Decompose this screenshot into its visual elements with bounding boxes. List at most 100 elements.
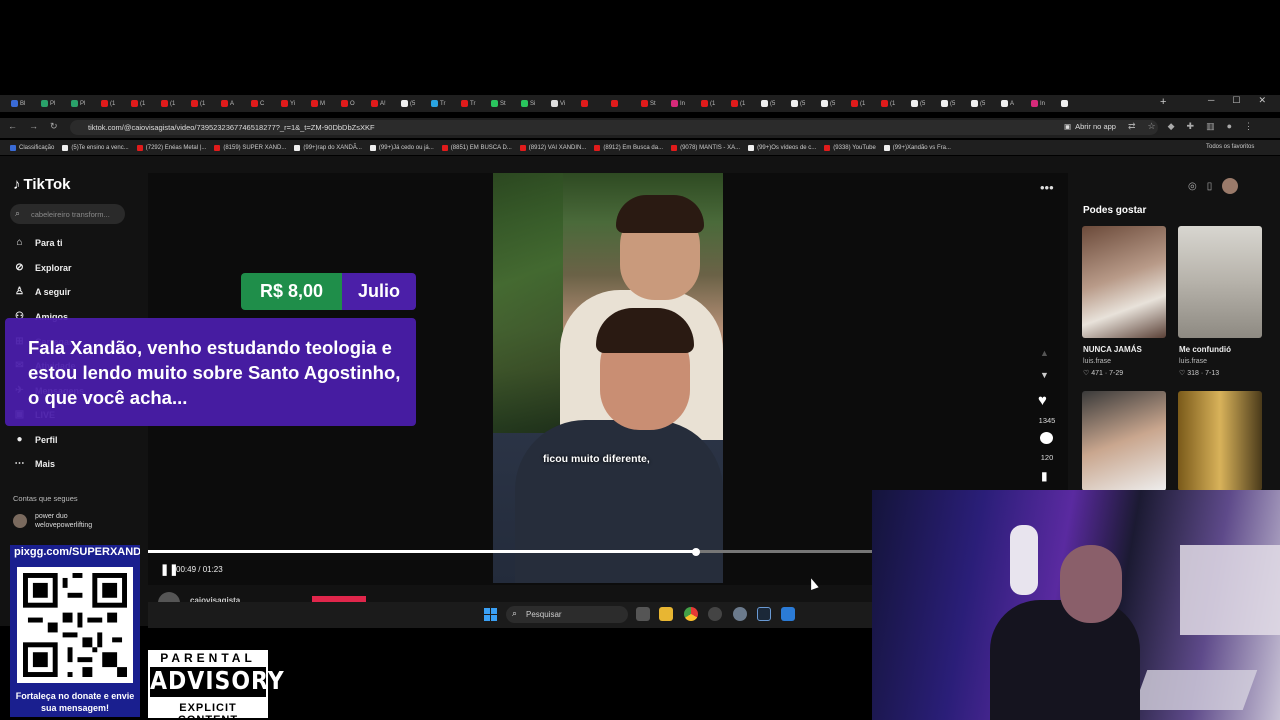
browser-tab[interactable]: Yi — [281, 98, 300, 110]
bookmark-item[interactable]: (99+)rap do XANDÃ... — [294, 144, 362, 151]
steam-icon[interactable] — [757, 607, 771, 621]
browser-tab[interactable]: Bl — [11, 98, 30, 110]
suggestion-user[interactable]: luis.frase — [1179, 358, 1207, 365]
tiktok-logo[interactable]: ♪ TikTok — [13, 176, 70, 193]
avatar[interactable] — [1222, 178, 1239, 194]
minimize-icon[interactable]: ─ — [1208, 95, 1214, 106]
close-icon[interactable]: ✕ — [1258, 95, 1266, 106]
bookmark-item[interactable]: (99+)Já cedo ou já... — [369, 144, 434, 151]
profile-avatar-icon[interactable]: ● — [1227, 121, 1232, 132]
bookmark-item[interactable]: (8912) Em Busca da... — [594, 144, 663, 151]
browser-tab[interactable]: (1 — [161, 98, 180, 110]
browser-tab[interactable]: (5 — [941, 98, 960, 110]
reload-icon[interactable]: ↻ — [50, 121, 58, 132]
new-tab-button[interactable]: + — [1160, 96, 1166, 108]
task-view-icon[interactable] — [636, 607, 650, 621]
comment-icon[interactable] — [1040, 432, 1053, 444]
browser-tab[interactable]: (5 — [971, 98, 990, 110]
suggestion-thumbnail[interactable] — [1178, 391, 1262, 491]
bookmark-item[interactable]: (8851) EM BUSCA D... — [441, 144, 512, 151]
browser-tab[interactable]: Pl — [41, 98, 60, 110]
browser-tab[interactable]: (1 — [731, 98, 750, 110]
progress-handle[interactable] — [692, 548, 701, 556]
taskbar-search-input[interactable] — [506, 606, 628, 623]
suggestion-thumbnail[interactable] — [1082, 391, 1166, 491]
browser-tab[interactable]: (5 — [761, 98, 780, 110]
avatar[interactable] — [13, 514, 27, 528]
browser-tab[interactable]: C — [251, 98, 270, 110]
more-options-icon[interactable]: ••• — [1040, 180, 1054, 195]
browser-tab[interactable]: (5 — [821, 98, 840, 110]
app-icon[interactable] — [708, 607, 722, 621]
browser-tab[interactable]: St — [491, 98, 510, 110]
browser-tab[interactable]: M — [311, 98, 330, 110]
browser-tab[interactable]: (1 — [131, 98, 150, 110]
menu-icon[interactable]: ⋮ — [1244, 121, 1253, 132]
chrome-icon[interactable] — [684, 607, 698, 621]
browser-tab[interactable] — [1061, 98, 1080, 110]
suggestion-thumbnail[interactable] — [1178, 226, 1262, 338]
bookmark-item[interactable]: (99+)Os vídeos de c... — [748, 144, 816, 151]
all-favorites-button[interactable]: Todos os favoritos — [1206, 144, 1254, 150]
browser-tab[interactable]: Pl — [71, 98, 90, 110]
bookmark-item[interactable]: (99+)Xandão vs Fra... — [883, 144, 951, 151]
browser-tab[interactable]: (5 — [911, 98, 930, 110]
following-account[interactable]: power duo welovepowerlifting — [35, 512, 92, 530]
bookmark-item[interactable]: (9078) MANTIS - XA... — [671, 144, 740, 151]
device-icon[interactable]: ▯ — [1207, 181, 1213, 192]
chevron-down-icon[interactable]: ▼ — [1040, 370, 1049, 380]
settings-icon[interactable] — [733, 607, 747, 621]
bookmark-item[interactable]: (7292) Enéas Metal |... — [136, 144, 206, 151]
forward-icon[interactable]: → — [29, 121, 38, 132]
browser-tab[interactable]: In — [671, 98, 690, 110]
browser-tab[interactable] — [581, 98, 600, 110]
browser-tab[interactable]: (1 — [881, 98, 900, 110]
sidebar-item-perfil[interactable]: ● Perfil — [13, 434, 57, 445]
maximize-icon[interactable]: ☐ — [1232, 95, 1240, 106]
browser-tab[interactable]: Tr — [431, 98, 450, 110]
bookmark-icon[interactable]: ▮ — [1041, 469, 1048, 483]
sidebar-item-para-ti[interactable]: ⌂ Para ti — [13, 237, 62, 248]
sidebar-item-explorar[interactable]: ⊘ Explorar — [13, 262, 71, 273]
browser-tab[interactable]: A — [221, 98, 240, 110]
chevron-up-icon[interactable]: ▲ — [1040, 348, 1049, 358]
bookmark-item[interactable]: (9338) YouTube — [824, 144, 876, 151]
suggestion-thumbnail[interactable] — [1082, 226, 1166, 338]
heart-icon[interactable]: ♥ — [1038, 392, 1047, 409]
extension-icon[interactable]: ◆ — [1168, 121, 1175, 132]
browser-tab[interactable]: (1 — [701, 98, 720, 110]
star-icon[interactable]: ☆ — [1148, 121, 1156, 132]
browser-tab[interactable]: (5 — [791, 98, 810, 110]
browser-tab[interactable]: O — [341, 98, 360, 110]
bookmark-item[interactable]: (5)Te ensino a venc... — [62, 144, 129, 151]
file-explorer-icon[interactable] — [659, 607, 673, 621]
app-icon[interactable] — [781, 607, 795, 621]
browser-tab[interactable]: Vi — [551, 98, 570, 110]
browser-tab[interactable]: A! — [371, 98, 390, 110]
bookmark-item[interactable]: Classificação — [10, 144, 54, 151]
browser-tab[interactable]: (5 — [401, 98, 420, 110]
sidebar-item-mais[interactable]: ⋯ Mais — [13, 458, 56, 469]
puzzle-icon[interactable]: ✚ — [1187, 121, 1195, 132]
suggestion-title[interactable]: Me confundió — [1179, 345, 1231, 354]
open-in-app-button[interactable]: ▣ Abrir no app — [1064, 122, 1116, 131]
back-icon[interactable]: ← — [8, 121, 17, 132]
browser-tab[interactable]: (1 — [851, 98, 870, 110]
compass-icon[interactable]: ◎ — [1188, 181, 1197, 192]
browser-tab[interactable]: A — [1001, 98, 1020, 110]
browser-tab[interactable]: Tr — [461, 98, 480, 110]
windows-start-icon[interactable] — [484, 608, 497, 621]
sidebar-item-a-seguir[interactable]: ♙ A seguir — [13, 286, 71, 297]
sidebar-icon[interactable]: ▥ — [1206, 121, 1215, 132]
browser-tab[interactable]: In — [1031, 98, 1050, 110]
browser-tab[interactable]: (1 — [191, 98, 210, 110]
browser-tab[interactable] — [611, 98, 630, 110]
browser-tab[interactable]: (1 — [101, 98, 120, 110]
translate-icon[interactable]: ⇄ — [1128, 121, 1136, 132]
browser-tab[interactable]: Si — [521, 98, 540, 110]
browser-tab[interactable]: St — [641, 98, 660, 110]
bookmark-item[interactable]: (8912) VAI XANDIN... — [519, 144, 586, 151]
suggestion-user[interactable]: luis.frase — [1083, 358, 1111, 365]
bookmark-item[interactable]: (8159) SUPER XAND... — [214, 144, 286, 151]
suggestion-title[interactable]: NUNCA JAMÁS — [1083, 345, 1142, 354]
